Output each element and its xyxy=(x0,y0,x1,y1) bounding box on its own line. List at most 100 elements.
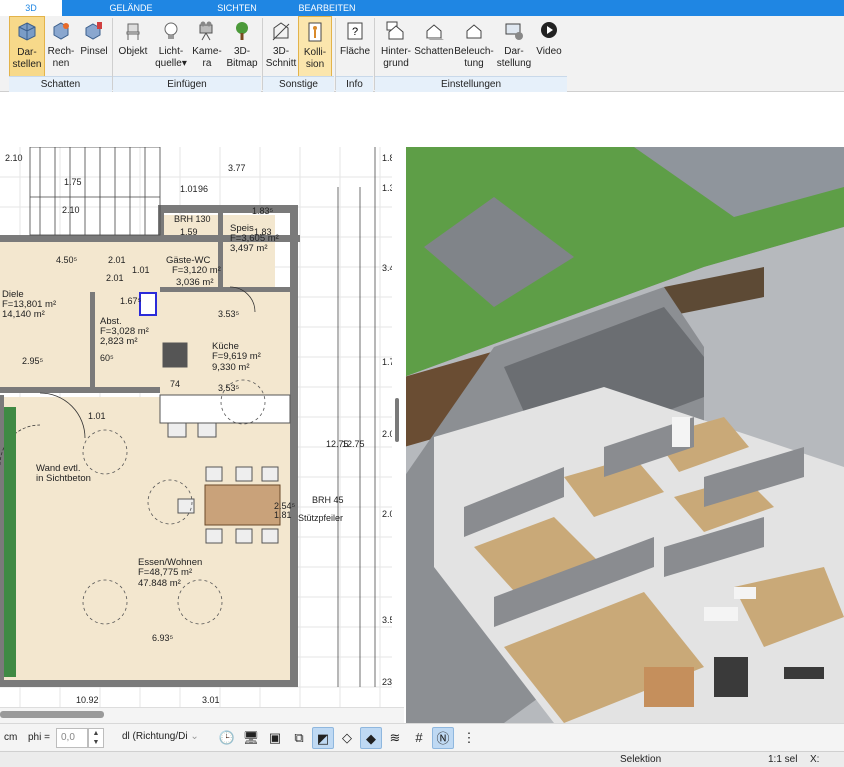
brh-label: BRH 45 xyxy=(312,495,344,505)
status-mode: Selektion xyxy=(620,754,662,765)
light-bulb-icon xyxy=(154,16,188,46)
darstellung-label-1: Dar- xyxy=(504,46,524,57)
dimension-label: 96 xyxy=(198,184,208,194)
more-options-icon[interactable]: ⋮ xyxy=(458,727,480,749)
ribbon-tab-bar: 3D GELÄNDE SICHTEN BEARBEITEN xyxy=(0,0,844,16)
room-area: 9,330 m² xyxy=(212,362,250,373)
beleuchtung-label-1: Beleuch- xyxy=(454,46,494,57)
tab-bearbeiten[interactable]: BEARBEITEN xyxy=(292,0,362,16)
kollision-button[interactable]: Kolli- sion xyxy=(298,16,332,78)
darstellung-button[interactable]: Dar- stellung xyxy=(494,16,534,78)
tree-bitmap-icon xyxy=(224,16,260,46)
beleuchtung-button[interactable]: Beleuch- tung xyxy=(454,16,494,78)
darstellung-label-2: stellung xyxy=(496,58,532,69)
kamera-label-2: ra xyxy=(202,58,212,69)
north-icon[interactable]: Ⓝ xyxy=(432,727,454,749)
3d-schnitt-label-2: Schnitt xyxy=(265,58,297,69)
lichtquelle-label-2-row: quelle▾ xyxy=(154,58,188,70)
kollision-label-1: Kolli- xyxy=(303,47,327,58)
surface-view-icon[interactable]: ◩ xyxy=(312,727,334,749)
tab-sichten[interactable]: SICHTEN xyxy=(206,0,268,16)
room-area: F=9,619 m² xyxy=(212,351,261,362)
lichtquelle-label-2: quelle xyxy=(155,58,182,69)
status-x-label: X: xyxy=(810,754,820,765)
dimension-label: 1.67⁵ xyxy=(120,296,142,306)
room-area: F=48,775 m² xyxy=(138,567,192,578)
lichtquelle-label-1: Licht- xyxy=(158,46,184,57)
dropdown-arrow-icon[interactable]: ▾ xyxy=(182,58,187,69)
split-handle[interactable] xyxy=(395,398,399,442)
darstellen-button[interactable]: Dar- stellen xyxy=(9,16,45,78)
beleuchtung-label-2: tung xyxy=(464,58,484,69)
3d-bitmap-button[interactable]: 3D- Bitmap xyxy=(224,16,260,78)
cube-view-icon[interactable]: ▣ xyxy=(264,727,286,749)
3d-render xyxy=(404,147,844,723)
wireframe-icon[interactable]: ◇ xyxy=(336,727,358,749)
direction-select[interactable]: dl (Richtung/Di ⌄ xyxy=(118,728,208,748)
3d-view[interactable] xyxy=(404,147,844,723)
dimension-label: 6.93⁵ xyxy=(152,633,174,643)
phi-stepper[interactable]: ▲ ▼ xyxy=(88,728,104,748)
dimension-label: 4.50⁵ xyxy=(56,255,78,265)
room-area: 3,036 m² xyxy=(176,277,214,288)
background-house-icon xyxy=(377,16,415,46)
kamera-button[interactable]: Kame- ra xyxy=(190,16,224,78)
lighting-house-icon xyxy=(454,16,494,46)
camera-icon xyxy=(190,16,224,46)
stack-icon[interactable]: ≋ xyxy=(384,727,406,749)
dimension-label: 3.53⁵ xyxy=(218,309,240,319)
darstellen-label-1: Dar- xyxy=(17,47,37,58)
3d-schnitt-button[interactable]: 3D- Schnitt xyxy=(264,16,298,78)
calculate-cube-icon xyxy=(45,16,77,46)
dimension-label: 1.75 xyxy=(64,177,82,187)
solid-view-icon[interactable]: ◆ xyxy=(360,727,382,749)
dimension-label: 12.75 xyxy=(342,439,365,449)
flaeche-label: Fläche xyxy=(339,46,370,57)
flaeche-button[interactable]: ? Fläche xyxy=(338,16,372,78)
monitor-icon[interactable]: 🖥 xyxy=(240,727,262,749)
objekt-button[interactable]: Objekt xyxy=(116,16,150,78)
schatten-button[interactable]: Schatten xyxy=(414,16,454,78)
floor-plan-drawing: 3.77 1.83⁵ 1.01 96 2.10 1.75 2.10 4.50⁵ … xyxy=(0,147,404,707)
room-area: 2,823 m² xyxy=(100,336,138,347)
dimension-label: 60⁵ xyxy=(100,353,114,363)
tab-gelaende[interactable]: GELÄNDE xyxy=(100,0,162,16)
pinsel-button[interactable]: Pinsel xyxy=(78,16,110,78)
dimension-label: 3.53⁵ xyxy=(218,383,240,393)
paint-brush-icon xyxy=(78,16,110,46)
dimension-label: 3.01 xyxy=(202,695,220,705)
dimension-label: 1.81 xyxy=(274,510,292,520)
schatten-label: Schatten xyxy=(414,46,454,57)
room-area: 47.848 m² xyxy=(138,578,181,589)
group-einfuegen: Einfügen xyxy=(113,76,261,92)
hintergrund-button[interactable]: Hinter- grund xyxy=(377,16,415,78)
tab-3d[interactable]: 3D xyxy=(0,0,62,16)
3d-bitmap-label-1: 3D- xyxy=(233,46,251,57)
lichtquelle-button[interactable]: Licht- quelle▾ xyxy=(154,16,188,78)
display-settings-icon xyxy=(494,16,534,46)
room-area: 14,140 m² xyxy=(2,309,45,320)
ribbon: Dar- stellen Rech- nen Pinsel Objekt Lic… xyxy=(0,16,844,92)
chevron-down-icon: ⌄ xyxy=(190,731,199,742)
clock-icon[interactable]: 🕒 xyxy=(216,727,238,749)
phi-input[interactable]: 0,0 xyxy=(56,728,88,748)
darstellen-label-2: stellen xyxy=(12,59,42,70)
phi-label: phi = xyxy=(28,732,50,743)
rechnen-button[interactable]: Rech- nen xyxy=(45,16,77,78)
bottom-toolbar: cm phi = 0,0 ▲ ▼ dl (Richtung/Di ⌄ 🕒 🖥 ▣ … xyxy=(0,723,844,751)
svg-text:?: ? xyxy=(352,26,358,38)
dimension-label: 1.01 xyxy=(132,265,150,275)
layers-icon[interactable]: ⧉ xyxy=(288,727,310,749)
stuetzpfeiler-label: Stützpfeiler xyxy=(298,513,343,523)
dimension-label: 1.59 xyxy=(180,227,198,237)
scrollbar-thumb[interactable] xyxy=(0,711,104,718)
video-button[interactable]: Video xyxy=(534,16,564,78)
dimension-label: 2.10 xyxy=(5,153,23,163)
hintergrund-label-1: Hinter- xyxy=(380,46,411,57)
kollision-label-2: sion xyxy=(305,59,325,70)
room-area: 3,497 m² xyxy=(230,243,268,254)
grid-icon[interactable]: # xyxy=(408,727,430,749)
floor-plan-view[interactable]: 3.77 1.83⁵ 1.01 96 2.10 1.75 2.10 4.50⁵ … xyxy=(0,147,404,707)
dimension-label: 1.01 xyxy=(88,411,106,421)
dimension-label: 1.01 xyxy=(180,184,198,194)
